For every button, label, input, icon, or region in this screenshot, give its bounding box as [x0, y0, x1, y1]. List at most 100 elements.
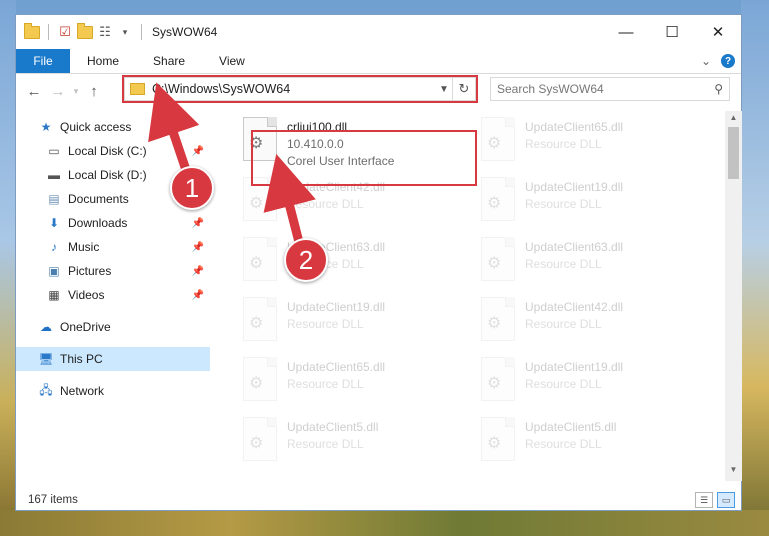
sidebar-item-label: Videos — [68, 288, 105, 302]
file-name: UpdateClient5.dll — [287, 420, 379, 434]
folder-icon — [130, 83, 145, 95]
sidebar-item-label: Local Disk (D:) — [68, 168, 147, 182]
file-item[interactable]: ⚙ UpdateClient42.dll Resource DLL — [237, 173, 457, 229]
details-view-icon[interactable]: ☰ — [695, 492, 713, 508]
file-item[interactable]: ⚙ UpdateClient63.dllResource DLL — [237, 233, 457, 289]
up-arrow-icon[interactable]: ↑ — [82, 83, 106, 100]
tiles-view-icon[interactable]: ▭ — [717, 492, 735, 508]
file-type: Resource DLL — [525, 137, 602, 151]
tab-view[interactable]: View — [202, 49, 262, 73]
tab-file[interactable]: File — [16, 49, 70, 73]
documents-icon: ▤ — [48, 192, 60, 206]
dll-file-icon: ⚙ — [481, 177, 517, 225]
dll-file-icon: ⚙ — [243, 417, 279, 465]
pin-icon[interactable]: 📌 — [192, 146, 204, 157]
sidebar-item-music[interactable]: ♪ Music 📌 — [16, 235, 210, 259]
scroll-up-icon[interactable]: ▲ — [725, 113, 742, 127]
desktop-wallpaper-right — [741, 0, 769, 536]
videos-icon: ▦ — [48, 288, 60, 302]
search-input[interactable]: Search SysWOW64 ⚲ — [490, 77, 730, 101]
sidebar-item-videos[interactable]: ▦ Videos 📌 — [16, 283, 210, 307]
recent-locations-icon[interactable]: ▾ — [70, 86, 82, 97]
file-item[interactable]: ⚙ UpdateClient5.dll Resource DLL — [475, 413, 695, 469]
sidebar-item-label: Network — [60, 384, 105, 398]
vertical-scrollbar[interactable]: ▲ ▼ — [725, 111, 742, 481]
sidebar-item-label: Pictures — [68, 264, 112, 278]
scroll-down-icon[interactable]: ▼ — [725, 465, 742, 479]
back-arrow-icon[interactable]: ← — [22, 83, 46, 100]
sidebar-item-downloads[interactable]: ⬇ Downloads 📌 — [16, 211, 210, 235]
window-controls: — ☐ ✕ — [603, 15, 741, 49]
maximize-button[interactable]: ☐ — [649, 15, 695, 49]
item-count: 167 items — [28, 494, 78, 506]
sidebar-item-label: Music — [68, 240, 100, 254]
address-path[interactable]: C:\Windows\SysWOW64 — [152, 82, 290, 96]
dll-file-icon: ⚙ — [243, 177, 279, 225]
drive-icon: ▭ — [48, 144, 60, 158]
file-type: Resource DLL — [525, 317, 602, 331]
pin-icon[interactable]: 📌 — [192, 290, 204, 301]
address-bar[interactable]: C:\Windows\SysWOW64 ▼ ↻ — [124, 77, 476, 101]
close-button[interactable]: ✕ — [695, 15, 741, 49]
sidebar-item-network[interactable]: 🖧 Network — [16, 379, 210, 403]
toolbar-divider — [48, 24, 49, 40]
file-item[interactable]: ⚙ UpdateClient19.dll Resource DLL — [475, 353, 695, 409]
file-item[interactable]: ⚙ UpdateClient19.dll Resource DLL — [237, 293, 457, 349]
file-item[interactable]: ⚙ UpdateClient63.dllResource DLL — [475, 233, 695, 289]
step-badge-1: 1 — [170, 166, 214, 210]
file-item[interactable]: ⚙ UpdateClient42.dll Resource DLL — [475, 293, 695, 349]
dll-file-icon: ⚙ — [243, 117, 279, 165]
file-type: Resource DLL — [525, 437, 602, 451]
navigation-pane: ★ Quick access ▭ Local Disk (C:) 📌 ▬ Loc… — [16, 111, 212, 481]
file-list: ⚙ crliui100.dll 10.410.0.0 Corel User In… — [229, 111, 724, 481]
search-placeholder: Search SysWOW64 — [497, 82, 604, 96]
file-name: UpdateClient19.dll — [525, 360, 624, 374]
properties-check-icon[interactable]: ☑ — [57, 24, 73, 40]
toolbar-dropdown-icon[interactable]: ▾ — [117, 24, 133, 40]
dll-file-icon: ⚙ — [481, 297, 517, 345]
sidebar-item-pictures[interactable]: ▣ Pictures 📌 — [16, 259, 210, 283]
computer-icon: 🖥 — [38, 352, 54, 366]
refresh-icon[interactable]: ↻ — [452, 78, 475, 100]
pin-icon[interactable]: 📌 — [192, 242, 204, 253]
scrollbar-thumb[interactable] — [728, 127, 739, 179]
drive-icon: ▬ — [48, 168, 60, 182]
file-item[interactable]: ⚙ UpdateClient19.dll Resource DLL — [475, 173, 695, 229]
file-name: UpdateClient5.dll — [525, 420, 617, 434]
file-type: Resource DLL — [287, 437, 364, 451]
file-item-crliui100[interactable]: ⚙ crliui100.dll 10.410.0.0 Corel User In… — [237, 113, 457, 169]
pin-icon[interactable]: 📌 — [192, 218, 204, 229]
sidebar-item-onedrive[interactable]: ☁ OneDrive — [16, 315, 210, 339]
tab-home[interactable]: Home — [70, 49, 136, 73]
tab-share[interactable]: Share — [136, 49, 202, 73]
file-item[interactable]: ⚙ UpdateClient65.dll Resource DLL — [475, 113, 695, 169]
dll-file-icon: ⚙ — [481, 357, 517, 405]
file-type: Resource DLL — [287, 317, 364, 331]
view-toggle: ☰ ▭ — [695, 492, 735, 508]
sidebar-item-quick-access[interactable]: ★ Quick access — [38, 115, 210, 139]
customize-toolbar-icon[interactable]: ☷ — [97, 24, 113, 40]
cloud-icon: ☁ — [40, 320, 52, 334]
file-type: Resource DLL — [525, 377, 602, 391]
help-icon[interactable]: ? — [721, 54, 735, 68]
chevron-down-icon[interactable]: ▼ — [436, 84, 452, 95]
sidebar-item-label: This PC — [60, 352, 103, 366]
file-name: crliui100.dll — [287, 120, 348, 134]
file-name: UpdateClient65.dll — [525, 120, 624, 134]
sidebar-item-local-disk-c[interactable]: ▭ Local Disk (C:) 📌 — [16, 139, 210, 163]
pin-icon[interactable]: 📌 — [192, 266, 204, 277]
dll-file-icon: ⚙ — [481, 417, 517, 465]
sidebar-item-label: Local Disk (C:) — [68, 144, 147, 158]
file-item[interactable]: ⚙ UpdateClient65.dll Resource DLL — [237, 353, 457, 409]
star-icon: ★ — [40, 120, 52, 134]
forward-arrow-icon[interactable]: → — [46, 83, 70, 100]
search-icon[interactable]: ⚲ — [714, 82, 723, 96]
sidebar-item-this-pc[interactable]: 🖥 This PC — [16, 347, 210, 371]
sidebar-item-label: Quick access — [60, 120, 132, 134]
file-item[interactable]: ⚙ UpdateClient5.dll Resource DLL — [237, 413, 457, 469]
quick-access-toolbar: ☑ ☷ ▾ — [16, 22, 146, 40]
expand-ribbon-icon[interactable]: ⌄ — [701, 54, 711, 68]
minimize-button[interactable]: — — [603, 15, 649, 49]
new-folder-icon[interactable] — [77, 22, 93, 40]
file-type: Resource DLL — [525, 257, 602, 271]
